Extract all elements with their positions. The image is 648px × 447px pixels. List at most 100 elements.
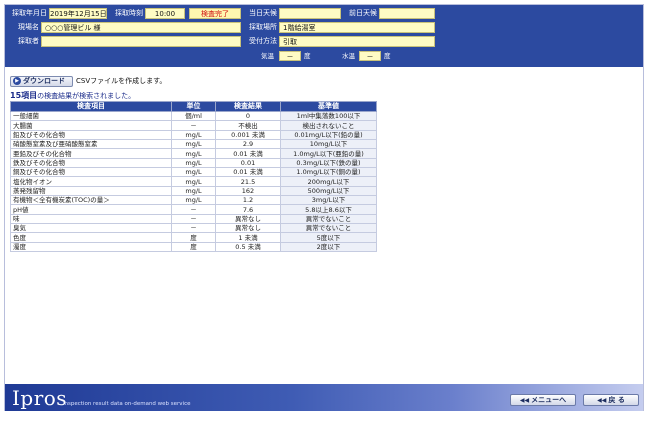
item-cell: 一般細菌: [10, 110, 172, 122]
item-cell: 有機物＜全有機炭素(TOC)の量＞: [10, 195, 172, 206]
result-cell: 7.6: [215, 204, 281, 215]
result-cell: 1.2: [215, 195, 281, 206]
table-row: 蒸発残留物 mg/L 162 500mg/L以下: [10, 185, 377, 197]
column-header-item: 検査項目: [10, 101, 172, 112]
result-cell: 162: [215, 185, 281, 197]
download-button-label: ダウンロード: [23, 77, 65, 85]
inspection-header: 採取年月日 2019年12月15日 採取時刻 10:00 検査完了 当日天候 前…: [5, 5, 643, 67]
results-table-body: 一般細菌 個/ml 0 1ml中集落数100以下 大腸菌－不検出 検出されないこと 鉛及びそ…: [10, 110, 377, 253]
column-header-standard: 基準値: [280, 101, 377, 112]
weather-today-field: [279, 8, 341, 19]
weather-prev-label: 前日天候: [349, 9, 377, 17]
item-cell: 濁度: [10, 241, 172, 253]
table-row: pH値－ 7.6 5.8以上8.6以下: [10, 204, 377, 215]
item-cell: 鉄及びその化合物: [10, 157, 172, 169]
table-row: 味－異常なし 異常でないこと: [10, 213, 377, 225]
location-label: 採取場所: [249, 23, 277, 31]
air-temp-unit: 度: [304, 52, 311, 60]
result-cell: 異常なし: [215, 213, 281, 225]
menu-button[interactable]: ◀◀ メニューへ: [510, 394, 576, 406]
table-row: 有機物＜全有機炭素(TOC)の量＞ mg/L 1.2 3mg/L以下: [10, 195, 377, 206]
status-badge: 検査完了: [189, 8, 241, 19]
result-cell: 0.01 未満: [215, 148, 281, 159]
standard-cell: 5度以下: [280, 232, 377, 243]
download-message: CSVファイルを作成します。: [76, 77, 167, 85]
time-field: 10:00: [145, 8, 185, 19]
result-cell: 1 未満: [215, 232, 281, 243]
unit-cell: －: [171, 204, 216, 215]
item-cell: 大腸菌: [10, 120, 172, 131]
item-cell: 色度: [10, 232, 172, 243]
item-cell: 蒸発残留物: [10, 185, 172, 197]
play-circle-icon: ▶: [13, 77, 21, 85]
tagline: inspection result data on-demand web ser…: [63, 401, 191, 407]
standard-cell: 500mg/L以下: [280, 185, 377, 197]
standard-cell: 3mg/L以下: [280, 195, 377, 206]
standard-cell: 2度以下: [280, 241, 377, 253]
result-cell: 不検出: [215, 120, 281, 131]
item-cell: 鉛及びその化合物: [10, 129, 172, 141]
result-cell: 0: [215, 110, 281, 122]
app-frame: 採取年月日 2019年12月15日 採取時刻 10:00 検査完了 当日天候 前…: [4, 4, 644, 411]
back-button[interactable]: ◀◀ 戻 る: [583, 394, 639, 406]
unit-cell: mg/L: [171, 167, 216, 178]
table-row: 一般細菌 個/ml 0 1ml中集落数100以下: [10, 110, 377, 122]
unit-cell: mg/L: [171, 157, 216, 169]
collector-label: 採取者: [18, 37, 39, 45]
standard-cell: 検出されないこと: [280, 120, 377, 131]
result-count-message: 15項目の検査結果が検索されました。: [10, 91, 135, 101]
unit-cell: 度: [171, 241, 216, 253]
rewind-icon: ◀◀: [597, 397, 607, 404]
standard-cell: 200mg/L以下: [280, 176, 377, 187]
ipros-logo: Ipros: [12, 386, 68, 410]
air-temp-label: 気温: [261, 52, 274, 60]
table-row: 色度度 1 未満 5度以下: [10, 232, 377, 243]
unit-cell: mg/L: [171, 139, 216, 150]
result-cell: 0.01 未満: [215, 167, 281, 178]
table-row: 鉛及びその化合物 mg/L 0.001 未満 0.01mg/L以下(鉛の量): [10, 129, 377, 141]
standard-cell: 0.3mg/L以下(鉄の量): [280, 157, 377, 169]
water-temp-unit: 度: [384, 52, 391, 60]
water-temp-label: 水温: [342, 52, 355, 60]
site-label: 現場名: [18, 23, 39, 31]
table-row: 亜鉛及びその化合物 mg/L 0.01 未満 1.0mg/L以下(亜鉛の量): [10, 148, 377, 159]
table-row: 硝酸態窒素及び亜硝酸態窒素 mg/L 2.9 10mg/L以下: [10, 139, 377, 150]
download-button[interactable]: ▶ ダウンロード: [10, 76, 73, 87]
column-header-result: 検査結果: [215, 101, 281, 112]
standard-cell: 1.0mg/L以下(銅の量): [280, 167, 377, 178]
date-label: 採取年月日: [12, 9, 47, 17]
unit-cell: －: [171, 120, 216, 131]
standard-cell: 異常でないこと: [280, 223, 377, 234]
time-label: 採取時刻: [115, 9, 143, 17]
item-cell: 銅及びその化合物: [10, 167, 172, 178]
collector-field: [41, 36, 241, 47]
unit-cell: mg/L: [171, 176, 216, 187]
unit-cell: 度: [171, 232, 216, 243]
table-row: 鉄及びその化合物 mg/L 0.01 0.3mg/L以下(鉄の量): [10, 157, 377, 169]
item-cell: 塩化物イオン: [10, 176, 172, 187]
unit-cell: mg/L: [171, 129, 216, 141]
result-cell: 21.5: [215, 176, 281, 187]
delivery-label: 受付方法: [249, 37, 277, 45]
standard-cell: 10mg/L以下: [280, 139, 377, 150]
standard-cell: 異常でないこと: [280, 213, 377, 225]
result-cell: 0.01: [215, 157, 281, 169]
weather-prev-field: [379, 8, 435, 19]
footer-bar: Ipros inspection result data on-demand w…: [5, 384, 643, 411]
water-temp-field: －: [359, 51, 381, 61]
table-row: 銅及びその化合物 mg/L 0.01 未満 1.0mg/L以下(銅の量): [10, 167, 377, 178]
item-cell: 亜鉛及びその化合物: [10, 148, 172, 159]
result-cell: 0.001 未満: [215, 129, 281, 141]
column-header-unit: 単位: [171, 101, 216, 112]
menu-button-label: メニューへ: [531, 396, 567, 404]
back-button-label: 戻 る: [608, 396, 625, 404]
weather-today-label: 当日天候: [249, 9, 277, 17]
unit-cell: 個/ml: [171, 110, 216, 122]
location-field: 1階給湯室: [279, 22, 435, 33]
unit-cell: mg/L: [171, 185, 216, 197]
table-header-row: 検査項目 単位 検査結果 基準値: [10, 101, 377, 112]
table-row: 塩化物イオン mg/L 21.5 200mg/L以下: [10, 176, 377, 187]
results-table: 検査項目 単位 検査結果 基準値 一般細菌 個/ml 0 1ml中集落数100以下 大腸…: [10, 101, 377, 253]
unit-cell: －: [171, 223, 216, 234]
standard-cell: 0.01mg/L以下(鉛の量): [280, 129, 377, 141]
